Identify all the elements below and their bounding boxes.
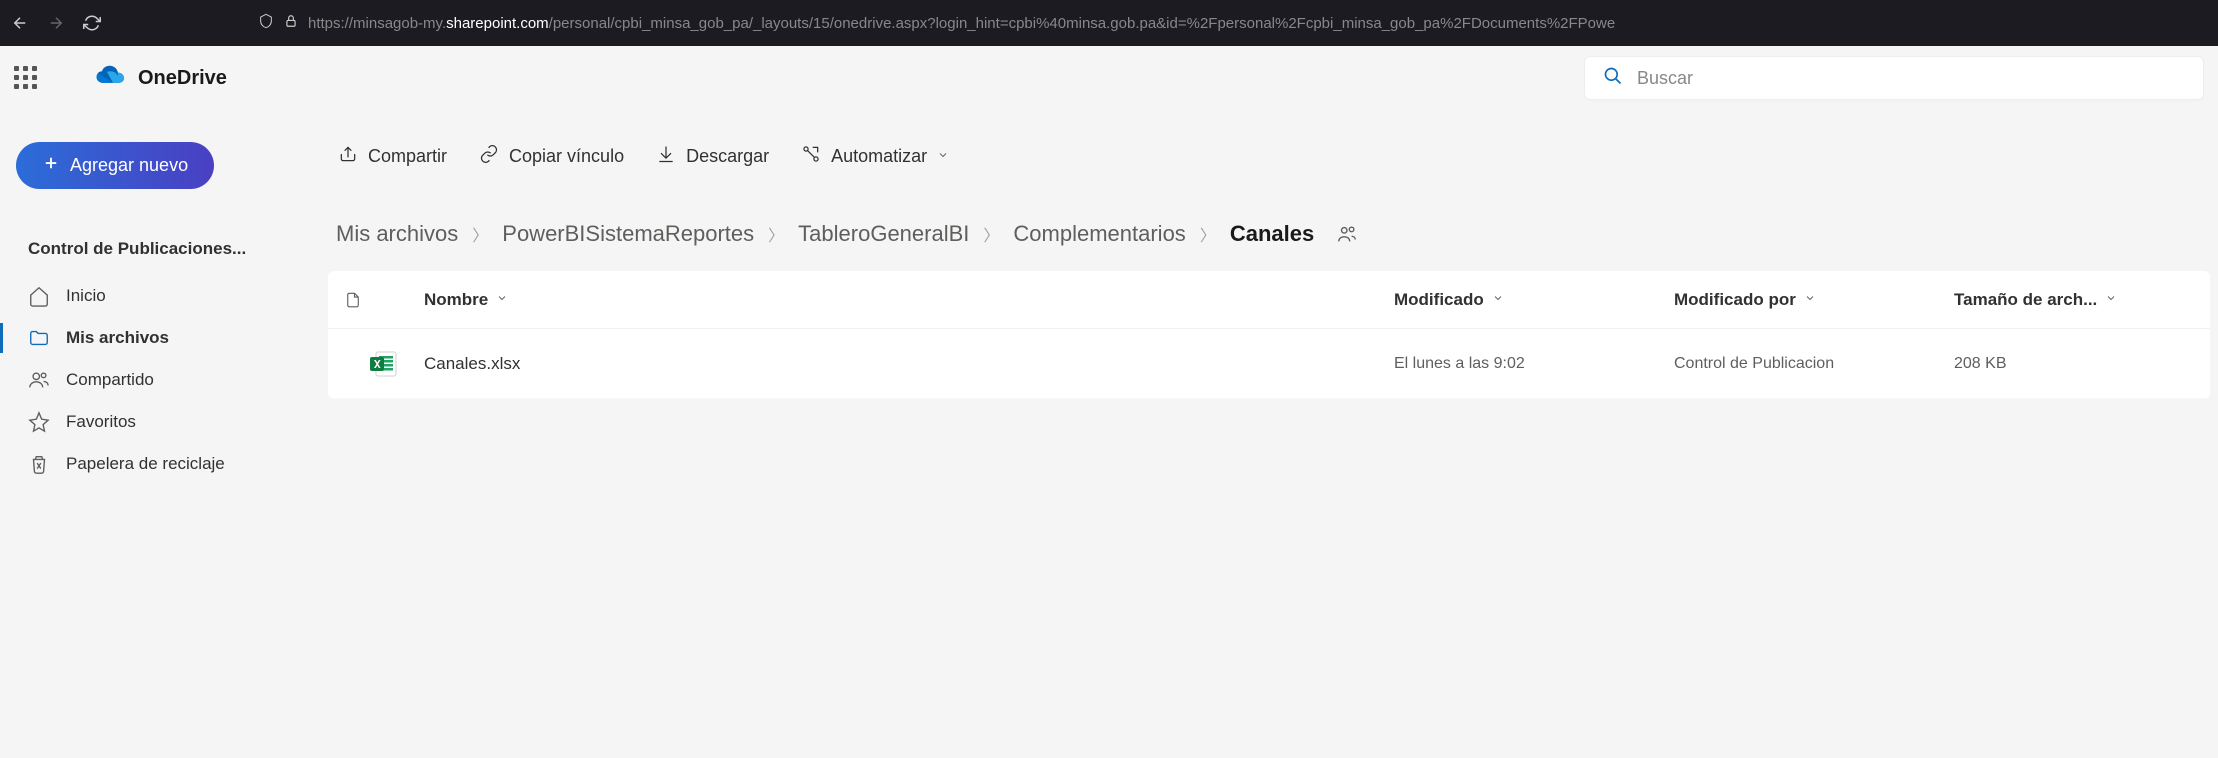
file-name: Canales.xlsx [424,354,1394,374]
file-size: 208 KB [1954,355,2194,373]
automate-label: Automatizar [831,146,927,167]
search-input[interactable] [1637,68,2185,89]
file-modified: El lunes a las 9:02 [1394,355,1674,373]
file-row[interactable]: Canales.xlsx El lunes a las 9:02 Control… [328,329,2210,399]
search-icon [1603,66,1623,91]
chevron-down-icon [496,292,508,307]
excel-file-icon [344,348,424,380]
column-header-name[interactable]: Nombre [424,290,1394,310]
sidebar-item-label: Compartido [66,370,154,390]
chevron-right-icon: 〉 [983,222,999,246]
plus-icon [42,154,60,177]
file-list: Nombre Modificado Modificado por [328,271,2210,399]
column-header-modified-by[interactable]: Modificado por [1674,290,1954,310]
flow-icon [801,144,821,169]
share-icon [338,144,358,169]
sidebar-item-home[interactable]: Inicio [16,275,292,317]
add-new-label: Agregar nuevo [70,155,188,176]
column-header-icon[interactable] [344,290,424,310]
copy-link-button[interactable]: Copiar vínculo [477,140,626,173]
chevron-right-icon: 〉 [1200,222,1216,246]
breadcrumb-item[interactable]: Mis archivos [336,221,458,247]
back-button[interactable] [10,13,30,33]
sidebar-item-favorites[interactable]: Favoritos [16,401,292,443]
sidebar-item-recycle-bin[interactable]: Papelera de reciclaje [16,443,292,485]
download-icon [656,144,676,169]
folder-icon [28,327,50,349]
app-name: OneDrive [138,67,227,90]
list-header: Nombre Modificado Modificado por [328,271,2210,329]
people-icon [28,369,50,391]
reload-button[interactable] [82,13,102,33]
breadcrumb-current: Canales [1230,221,1314,247]
sidebar-item-my-files[interactable]: Mis archivos [16,317,292,359]
sidebar-item-label: Mis archivos [66,328,169,348]
breadcrumb-item[interactable]: Complementarios [1013,221,1185,247]
share-indicator-icon[interactable] [1336,223,1358,245]
automate-button[interactable]: Automatizar [799,140,951,173]
app-logo[interactable]: OneDrive [94,65,227,92]
share-label: Compartir [368,146,447,167]
url-text: https://minsagob-my.sharepoint.com/perso… [308,15,1615,32]
column-header-modified[interactable]: Modificado [1394,290,1674,310]
chevron-down-icon [1492,292,1504,307]
chevron-down-icon [1804,292,1816,307]
chevron-right-icon: 〉 [472,222,488,246]
add-new-button[interactable]: Agregar nuevo [16,142,214,189]
column-header-size[interactable]: Tamaño de arch... [1954,290,2194,310]
copy-link-label: Copiar vínculo [509,146,624,167]
breadcrumb-item[interactable]: PowerBISistemaReportes [502,221,754,247]
search-box[interactable] [1584,56,2204,100]
file-modified-by: Control de Publicacion [1674,355,1954,373]
trash-icon [28,453,50,475]
app-header: OneDrive [0,46,2218,110]
chevron-down-icon [937,149,949,164]
sidebar-item-shared[interactable]: Compartido [16,359,292,401]
sidebar-item-label: Favoritos [66,412,136,432]
forward-button[interactable] [46,13,66,33]
url-bar[interactable]: https://minsagob-my.sharepoint.com/perso… [244,7,2208,39]
link-icon [479,144,499,169]
onedrive-icon [94,65,128,92]
download-button[interactable]: Descargar [654,140,771,173]
breadcrumb-item[interactable]: TableroGeneralBI [798,221,969,247]
browser-address-bar: https://minsagob-my.sharepoint.com/perso… [0,0,2218,46]
shield-icon [258,13,274,34]
sidebar-item-label: Inicio [66,286,106,306]
main-content: Compartir Copiar vínculo Descargar Autom… [308,110,2218,758]
lock-icon [284,14,298,33]
home-icon [28,285,50,307]
sidebar-section-title[interactable]: Control de Publicaciones... [16,231,292,267]
sidebar: Agregar nuevo Control de Publicaciones..… [0,110,308,758]
toolbar: Compartir Copiar vínculo Descargar Autom… [320,140,2218,173]
chevron-right-icon: 〉 [768,222,784,246]
app-launcher-icon[interactable] [14,66,38,90]
breadcrumb: Mis archivos 〉 PowerBISistemaReportes 〉 … [320,221,2218,247]
share-button[interactable]: Compartir [336,140,449,173]
chevron-down-icon [2105,292,2117,307]
sidebar-item-label: Papelera de reciclaje [66,454,225,474]
star-icon [28,411,50,433]
download-label: Descargar [686,146,769,167]
